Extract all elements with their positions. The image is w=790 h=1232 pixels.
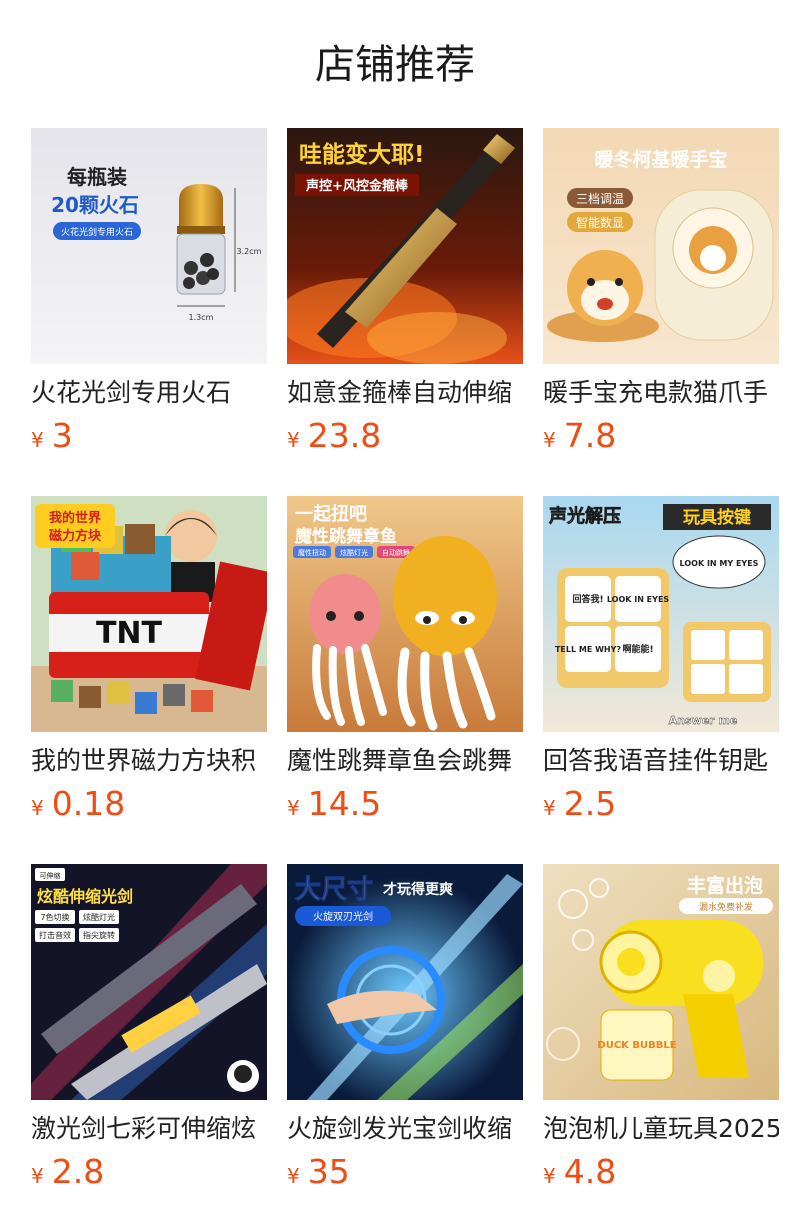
product-card[interactable]: 可伸缩 炫酷伸缩光剑 7色切换 炫酷灯光 打击音效 指尖旋转 激光剑七彩可伸缩炫… bbox=[31, 864, 267, 1194]
svg-text:自动跳舞: 自动跳舞 bbox=[382, 548, 410, 557]
svg-text:火旋双刃光剑: 火旋双刃光剑 bbox=[313, 910, 373, 923]
price-amount: 4.8 bbox=[563, 1152, 617, 1191]
product-image[interactable]: 可伸缩 炫酷伸缩光剑 7色切换 炫酷灯光 打击音效 指尖旋转 bbox=[31, 864, 267, 1100]
product-card[interactable]: 丰富出泡 漏水免费补发 DUCK BUBBLE 泡泡机儿童玩具2025 ¥4.8 bbox=[543, 864, 779, 1194]
svg-text:玩具按键: 玩具按键 bbox=[683, 507, 751, 528]
svg-text:啊能能!: 啊能能! bbox=[622, 643, 653, 655]
price-amount: 0.18 bbox=[51, 784, 126, 823]
product-price: ¥2.5 bbox=[543, 782, 779, 826]
product-card[interactable]: 暖冬柯基暖手宝 三档调温 智能数显 暖手宝充电款猫爪手 ¥7.8 bbox=[543, 128, 779, 458]
svg-text:魔性跳舞章鱼: 魔性跳舞章鱼 bbox=[295, 526, 397, 547]
product-price: ¥3 bbox=[31, 414, 267, 458]
svg-text:TELL ME WHY?: TELL ME WHY? bbox=[555, 645, 621, 654]
currency-symbol: ¥ bbox=[543, 428, 556, 452]
svg-text:魔性扭动: 魔性扭动 bbox=[298, 548, 326, 557]
product-name[interactable]: 回答我语音挂件钥匙 bbox=[543, 744, 779, 778]
product-card[interactable]: 每瓶装 20颗火石 火花光剑专用火石 3.2cm 1.3cm 火花光剑专用火石 … bbox=[31, 128, 267, 458]
currency-symbol: ¥ bbox=[287, 796, 300, 820]
svg-text:LOOK IN MY EYES: LOOK IN MY EYES bbox=[680, 559, 759, 568]
svg-text:声光解压: 声光解压 bbox=[548, 505, 621, 527]
svg-text:一起扭吧: 一起扭吧 bbox=[295, 503, 367, 525]
product-grid: 每瓶装 20颗火石 火花光剑专用火石 3.2cm 1.3cm 火花光剑专用火石 … bbox=[31, 128, 790, 1228]
svg-text:三档调温: 三档调温 bbox=[576, 192, 624, 206]
product-card[interactable]: 一起扭吧 魔性跳舞章鱼 魔性扭动 炫酷灯光 自动跳舞 魔性跳舞章鱼会跳舞 ¥14… bbox=[287, 496, 523, 826]
svg-text:我的世界: 我的世界 bbox=[49, 510, 101, 526]
price-amount: 23.8 bbox=[307, 416, 382, 455]
price-amount: 3 bbox=[51, 416, 73, 455]
svg-text:打击音效: 打击音效 bbox=[39, 930, 71, 940]
price-amount: 2.5 bbox=[563, 784, 617, 823]
price-amount: 14.5 bbox=[307, 784, 382, 823]
product-image[interactable]: 暖冬柯基暖手宝 三档调温 智能数显 bbox=[543, 128, 779, 364]
svg-text:3.2cm: 3.2cm bbox=[237, 247, 262, 256]
svg-text:每瓶装: 每瓶装 bbox=[67, 165, 127, 189]
product-price: ¥23.8 bbox=[287, 414, 523, 458]
product-price: ¥35 bbox=[287, 1150, 523, 1194]
product-image[interactable]: 声光解压 玩具按键 LOOK IN MY EYES 回答我! LOOK IN E… bbox=[543, 496, 779, 732]
svg-text:指尖旋转: 指尖旋转 bbox=[83, 930, 115, 940]
svg-text:智能数显: 智能数显 bbox=[576, 215, 624, 230]
svg-text:DUCK BUBBLE: DUCK BUBBLE bbox=[597, 1040, 676, 1051]
product-image[interactable]: 一起扭吧 魔性跳舞章鱼 魔性扭动 炫酷灯光 自动跳舞 bbox=[287, 496, 523, 732]
product-price: ¥4.8 bbox=[543, 1150, 779, 1194]
product-name[interactable]: 我的世界磁力方块积 bbox=[31, 744, 267, 778]
product-image[interactable]: 每瓶装 20颗火石 火花光剑专用火石 3.2cm 1.3cm bbox=[31, 128, 267, 364]
product-name[interactable]: 激光剑七彩可伸缩炫 bbox=[31, 1112, 267, 1146]
svg-text:火花光剑专用火石: 火花光剑专用火石 bbox=[61, 226, 133, 238]
svg-text:炫酷灯光: 炫酷灯光 bbox=[340, 548, 368, 557]
product-card[interactable]: TNT 我的世界 磁力方块 我的世界磁力方块积 ¥0.18 bbox=[31, 496, 267, 826]
page-title: 店铺推荐 bbox=[315, 42, 475, 88]
product-image[interactable]: TNT 我的世界 磁力方块 bbox=[31, 496, 267, 732]
svg-text:20颗火石: 20颗火石 bbox=[51, 193, 139, 217]
svg-text:1.3cm: 1.3cm bbox=[189, 313, 214, 322]
product-price: ¥0.18 bbox=[31, 782, 267, 826]
svg-text:才玩得更爽: 才玩得更爽 bbox=[383, 881, 453, 898]
currency-symbol: ¥ bbox=[31, 428, 44, 452]
svg-text:TNT: TNT bbox=[96, 616, 163, 651]
svg-text:暖冬柯基暖手宝: 暖冬柯基暖手宝 bbox=[594, 148, 727, 171]
svg-text:7色切换: 7色切换 bbox=[40, 912, 69, 922]
svg-text:炫酷伸缩光剑: 炫酷伸缩光剑 bbox=[37, 887, 133, 906]
currency-symbol: ¥ bbox=[287, 1164, 300, 1188]
product-image[interactable]: 哇能变大耶! 声控+风控金箍棒 bbox=[287, 128, 523, 364]
product-card[interactable]: 大尺寸 才玩得更爽 火旋双刃光剑 火旋剑发光宝剑收缩 ¥35 bbox=[287, 864, 523, 1194]
svg-text:磁力方块: 磁力方块 bbox=[49, 528, 102, 544]
svg-text:丰富出泡: 丰富出泡 bbox=[687, 874, 763, 897]
svg-text:声控+风控金箍棒: 声控+风控金箍棒 bbox=[305, 178, 409, 194]
product-image[interactable]: 大尺寸 才玩得更爽 火旋双刃光剑 bbox=[287, 864, 523, 1100]
svg-text:漏水免费补发: 漏水免费补发 bbox=[699, 901, 753, 913]
currency-symbol: ¥ bbox=[287, 428, 300, 452]
svg-text:LOOK IN EYES: LOOK IN EYES bbox=[607, 595, 670, 604]
product-price: ¥7.8 bbox=[543, 414, 779, 458]
svg-text:大尺寸: 大尺寸 bbox=[295, 875, 373, 905]
price-amount: 2.8 bbox=[51, 1152, 105, 1191]
currency-symbol: ¥ bbox=[543, 796, 556, 820]
price-amount: 35 bbox=[307, 1152, 350, 1191]
svg-text:炫酷灯光: 炫酷灯光 bbox=[83, 912, 115, 922]
product-card[interactable]: 声光解压 玩具按键 LOOK IN MY EYES 回答我! LOOK IN E… bbox=[543, 496, 779, 826]
product-name[interactable]: 如意金箍棒自动伸缩 bbox=[287, 376, 523, 410]
currency-symbol: ¥ bbox=[543, 1164, 556, 1188]
product-price: ¥2.8 bbox=[31, 1150, 267, 1194]
svg-text:哇能变大耶!: 哇能变大耶! bbox=[299, 141, 425, 168]
product-name[interactable]: 魔性跳舞章鱼会跳舞 bbox=[287, 744, 523, 778]
currency-symbol: ¥ bbox=[31, 796, 44, 820]
product-name[interactable]: 火花光剑专用火石 bbox=[31, 376, 267, 410]
product-name[interactable]: 泡泡机儿童玩具2025 bbox=[543, 1112, 779, 1146]
product-name[interactable]: 火旋剑发光宝剑收缩 bbox=[287, 1112, 523, 1146]
svg-text:可伸缩: 可伸缩 bbox=[40, 871, 61, 880]
svg-text:Answer me: Answer me bbox=[669, 714, 738, 727]
product-price: ¥14.5 bbox=[287, 782, 523, 826]
currency-symbol: ¥ bbox=[31, 1164, 44, 1188]
product-name[interactable]: 暖手宝充电款猫爪手 bbox=[543, 376, 779, 410]
product-card[interactable]: 哇能变大耶! 声控+风控金箍棒 如意金箍棒自动伸缩 ¥23.8 bbox=[287, 128, 523, 458]
svg-text:回答我!: 回答我! bbox=[572, 593, 603, 605]
product-image[interactable]: 丰富出泡 漏水免费补发 DUCK BUBBLE bbox=[543, 864, 779, 1100]
price-amount: 7.8 bbox=[563, 416, 617, 455]
